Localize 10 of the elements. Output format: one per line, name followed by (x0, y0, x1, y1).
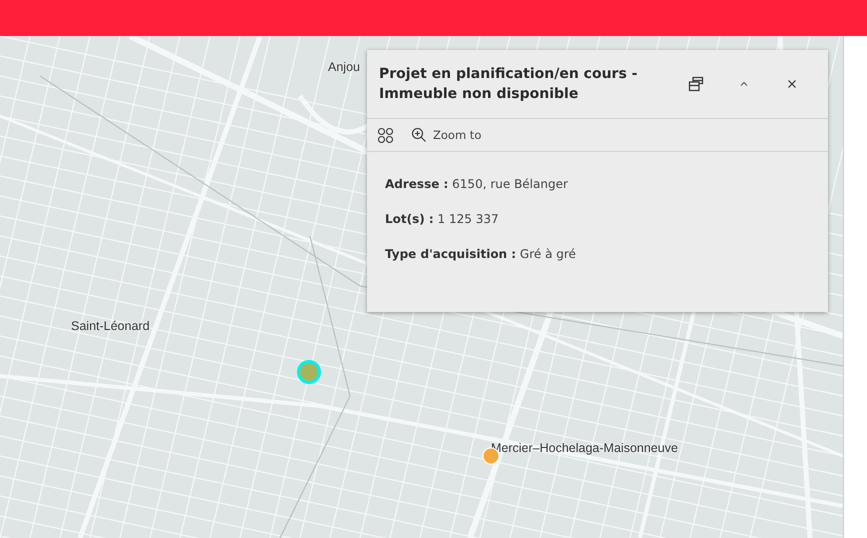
place-label: Saint-Léonard (71, 319, 150, 333)
place-label: Anjou (328, 60, 360, 74)
attribute-text: Lot(s) : 1 125 337 (385, 211, 500, 228)
zoom-to-button[interactable]: Zoom to (407, 125, 486, 145)
zoom-in-icon (411, 127, 427, 143)
attribute-text: Adresse : 6150, rue Bélanger (385, 176, 569, 193)
popup-title: Projet en planification/en cours - Immeuble non disponible (379, 65, 638, 104)
map-marker[interactable] (297, 360, 321, 384)
attribute-text: Type d'acquisition : Gré à gré (385, 246, 577, 263)
place-label: Mercier–Hochelaga-Maisonneuve (491, 441, 678, 455)
